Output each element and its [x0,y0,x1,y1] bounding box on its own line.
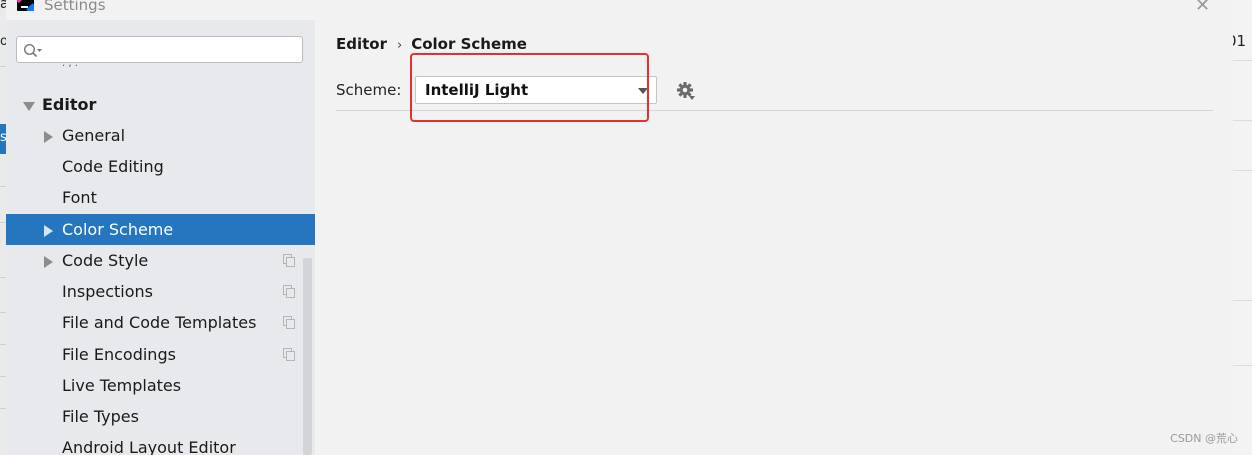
tree-item-label: Font [62,188,97,207]
watermark: CSDN @荒心 [1170,432,1238,445]
tree-item-label: File and Code Templates [62,313,257,332]
tree-item-label: Android Layout Editor [62,438,236,455]
project-scope-icon [283,285,295,298]
tree-item-general[interactable]: General [6,120,315,151]
expand-arrow-icon[interactable] [44,131,53,143]
project-scope-icon [283,254,295,267]
search-input[interactable] [47,40,301,60]
collapse-arrow-icon[interactable] [23,102,35,111]
chevron-down-icon [689,96,695,100]
project-scope-icon [283,348,295,361]
tree-item-color-scheme[interactable]: Color Scheme [6,214,315,245]
tree-item-label: Code Editing [62,157,164,176]
background-divider [1233,300,1252,301]
settings-search-box[interactable] [16,36,303,63]
window-title: Settings [44,0,106,14]
annotation-highlight-box [410,53,649,122]
expand-arrow-icon[interactable] [44,225,53,237]
tree-item-inspections[interactable]: Inspections [6,276,315,307]
expand-arrow-icon[interactable] [44,256,53,268]
breadcrumb-item: Editor [336,35,387,53]
tree-item-file-encodings[interactable]: File Encodings [6,339,315,370]
search-icon [23,43,42,58]
scheme-label: Scheme: [336,81,402,99]
tree-item-label: Color Scheme [62,220,174,239]
background-divider [1233,170,1252,171]
background-divider [1233,365,1252,366]
breadcrumb-item: Color Scheme [411,35,527,53]
tree-item-label: File Types [62,407,139,426]
tree-item-code-editing[interactable]: Code Editing [6,151,315,182]
tree-item-file-types[interactable]: File Types [6,401,315,432]
tree-group-label: Editor [42,95,97,114]
background-app-right-edge: 01 [1227,0,1252,455]
tree-item-file-and-code-templates[interactable]: File and Code Templates [6,307,315,338]
settings-sidebar: . , . Editor General Code Editing Font C… [6,20,315,455]
breadcrumb: Editor › Color Scheme [336,35,527,53]
tree-item-label: File Encodings [62,345,176,364]
settings-content-pane: Editor › Color Scheme Scheme: IntelliJ Lig… [315,20,1233,455]
tree-item-font[interactable]: Font [6,182,315,213]
title-bar: Settings ✕ [6,0,1233,20]
background-divider [1233,120,1252,121]
gear-icon[interactable] [676,81,698,103]
scrolled-off-item: . , . [62,64,122,78]
tree-item-label: General [62,126,126,145]
background-divider [1233,60,1252,61]
sidebar-scrollbar[interactable] [303,258,312,455]
tree-item-live-templates[interactable]: Live Templates [6,370,315,401]
tree-item-android-layout-editor[interactable]: Android Layout Editor [6,432,315,455]
project-scope-icon [283,316,295,329]
tree-item-label: Live Templates [62,376,182,395]
intellij-idea-icon [17,0,34,11]
close-icon[interactable]: ✕ [1195,0,1210,16]
tree-item-code-style[interactable]: Code Style [6,245,315,276]
breadcrumb-separator-icon: › [397,38,403,53]
tree-item-label: Inspections [62,282,153,301]
tree-group-editor[interactable]: Editor [6,89,315,120]
tree-item-label: Code Style [62,251,149,270]
